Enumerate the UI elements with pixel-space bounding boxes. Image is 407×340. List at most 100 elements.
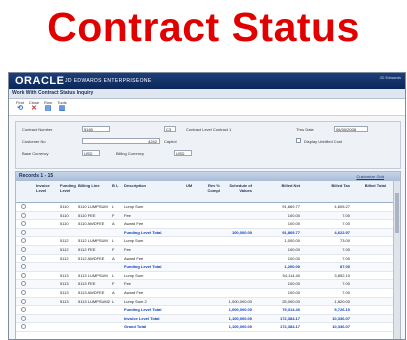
grid-vertical-scrollbar[interactable]	[393, 181, 400, 339]
cell-net: 172,384.17	[279, 315, 300, 321]
table-row[interactable]: 5110 5110 FEE F Fee 100.00 7.00	[16, 211, 400, 221]
table-row[interactable]: 5112 5112 LUMPSUM L Lump Sum 1,000.00 73.00	[16, 237, 400, 246]
cell-line: 5110 FEE	[78, 212, 96, 218]
find-button[interactable]: Find ⟲	[13, 100, 27, 113]
customize-grid-link[interactable]: Customize Grid	[356, 174, 384, 179]
cell-line: 5113 FEE	[78, 281, 96, 287]
grid-rows: 5110 5110 LUMPSUM L Lump Sum 91,669.77 4,605.…	[16, 203, 400, 332]
table-row[interactable]: 5112 5112 FEE F Fee 100.00 7.00	[16, 245, 400, 255]
cell-net: 100.00	[287, 289, 300, 295]
cell-desc: Lump Sum 2	[124, 298, 147, 304]
suite-name: JD EDWARDS ENTERPRISEONE	[65, 78, 152, 84]
column-header[interactable]: B L	[112, 183, 122, 188]
total-row[interactable]: Funding Level Total 100,000.00 91,869.77 4,…	[16, 228, 400, 238]
column-header[interactable]: Schedule of Values	[222, 183, 252, 193]
column-header[interactable]: Billed Tax	[306, 183, 350, 188]
cell-line: 5113 LUMPSUM2	[78, 298, 110, 304]
column-header[interactable]: Description	[124, 183, 184, 188]
results-grid: Records 1 - 15 Customize Grid Invoice Le…	[15, 171, 401, 339]
customer-no-field[interactable]: 4242	[82, 138, 160, 144]
row-select-radio[interactable]	[21, 212, 26, 218]
cell-fund: 5110	[60, 212, 69, 218]
cell-bl: L	[112, 272, 115, 278]
scrollbar-thumb[interactable]	[395, 193, 399, 233]
grid-records-label: Records 1 - 15	[19, 173, 54, 179]
table-row[interactable]: 5113 5113 FEE F Fee 100.00 7.00	[16, 280, 400, 289]
row-button[interactable]: Row ▤	[41, 100, 55, 113]
row-select-radio[interactable]	[21, 307, 26, 313]
cell-line: 5113 LUMPSUM	[78, 272, 108, 278]
cell-line: 5112 AWDFEE	[78, 255, 105, 261]
billing-currency-label: Billing Currency	[116, 151, 145, 156]
cell-line: 5113 AWDFEE	[78, 289, 105, 295]
cell-desc: Fee	[124, 212, 131, 218]
row-select-radio[interactable]	[21, 315, 26, 321]
column-header[interactable]: Rev % Compl	[202, 183, 220, 193]
cell-net: 100.00	[287, 255, 300, 261]
row-select-radio[interactable]	[21, 204, 26, 209]
close-button[interactable]: Close ✕	[27, 100, 41, 113]
row-select-radio[interactable]	[21, 238, 26, 244]
close-icon: ✕	[31, 105, 37, 112]
row-select-radio[interactable]	[21, 289, 26, 295]
row-select-radio[interactable]	[21, 298, 26, 304]
cell-net: 25,000.00	[282, 298, 300, 304]
row-select-radio[interactable]	[21, 324, 26, 330]
table-row[interactable]: 5113 5113 LUMPSUM2 L Lump Sum 2 1,000,000.00…	[16, 297, 400, 307]
base-currency-field[interactable]: USD	[82, 150, 100, 156]
column-header[interactable]: Funding Level	[60, 183, 78, 193]
row-select-radio[interactable]	[21, 221, 26, 227]
table-row[interactable]: 5110 5110 AWDFEE A Award Fee 100.00 7.00	[16, 220, 400, 229]
column-header[interactable]: Billed Total	[356, 183, 386, 188]
total-row[interactable]: Invoice Level Total 1,100,000.00 172,384.1…	[16, 314, 400, 324]
total-row[interactable]: Funding Level Total 1,000,000.00 79,314.40…	[16, 306, 400, 315]
row-select-radio[interactable]	[21, 255, 26, 261]
table-row[interactable]: 5110 5110 LUMPSUM L Lump Sum 91,669.77 4,605.…	[16, 203, 400, 212]
table-row[interactable]: 5112 5112 AWDFEE A Award Fee 100.00 7.00	[16, 255, 400, 264]
column-header[interactable]: Billed Net	[256, 183, 300, 188]
column-header[interactable]: Invoice Level	[36, 183, 56, 193]
cell-desc: Lump Sum	[124, 272, 144, 278]
cell-tax: 10,336.07	[332, 324, 350, 330]
contract-number-label: Contract Number	[22, 127, 53, 132]
billing-currency-field[interactable]: USD	[174, 150, 192, 156]
customer-name: Capitol	[164, 139, 177, 144]
total-row[interactable]: Funding Level Total 1,200.00 87.00	[16, 263, 400, 272]
tools-button[interactable]: Tools ▥	[55, 100, 69, 113]
thru-date-field[interactable]: 06/30/2008	[334, 126, 368, 132]
row-select-radio[interactable]	[21, 281, 26, 287]
cell-sov: 1,000,000.00	[228, 307, 252, 313]
cell-line: 5110 AWDFEE	[78, 221, 105, 227]
display-unbilled-label: Display Unbilled Cost	[304, 139, 343, 144]
cell-desc: Invoice Level Total	[124, 315, 160, 321]
cell-tax: 7.00	[342, 212, 350, 218]
cell-tax: 10,336.07	[332, 315, 350, 321]
grid-titlebar: Records 1 - 15 Customize Grid	[16, 172, 400, 181]
cell-net: 91,669.77	[282, 204, 300, 209]
total-row[interactable]: Grand Total 1,100,000.00 172,384.17 10,336.…	[16, 323, 400, 332]
column-header[interactable]: Billing Line	[78, 183, 112, 188]
contract-type-field[interactable]: C3	[164, 126, 176, 132]
header-form: Contract Number 5165 C3 Contract Level C…	[15, 121, 401, 169]
cell-line: 5112 FEE	[78, 246, 96, 252]
cell-fund: 5112	[60, 255, 69, 261]
row-select-radio[interactable]	[21, 229, 26, 235]
cell-desc: Award Fee	[124, 289, 144, 295]
column-header[interactable]: UM	[186, 183, 200, 188]
cell-tax: 7.00	[342, 289, 350, 295]
table-row[interactable]: 5113 5113 AWDFEE A Award Fee 100.00 7.00	[16, 289, 400, 298]
contract-number-field[interactable]: 5165	[82, 126, 110, 132]
cell-bl: F	[112, 246, 115, 252]
row-select-radio[interactable]	[21, 246, 26, 252]
header-user-area[interactable]: JD Edwards	[379, 75, 401, 80]
cell-tax: 7.00	[342, 221, 350, 227]
cell-net: 172,384.17	[279, 324, 300, 330]
table-row[interactable]: 5113 5113 LUMPSUM L Lump Sum 54,114.40 3,892.…	[16, 272, 400, 281]
cell-line: 5112 LUMPSUM	[78, 238, 108, 244]
row-select-radio[interactable]	[21, 272, 26, 278]
cell-desc: Funding Level Total	[124, 264, 162, 270]
row-select-radio[interactable]	[21, 264, 26, 270]
row-icon: ▤	[44, 105, 52, 112]
display-unbilled-checkbox[interactable]	[296, 138, 301, 143]
cell-bl: F	[112, 281, 115, 287]
